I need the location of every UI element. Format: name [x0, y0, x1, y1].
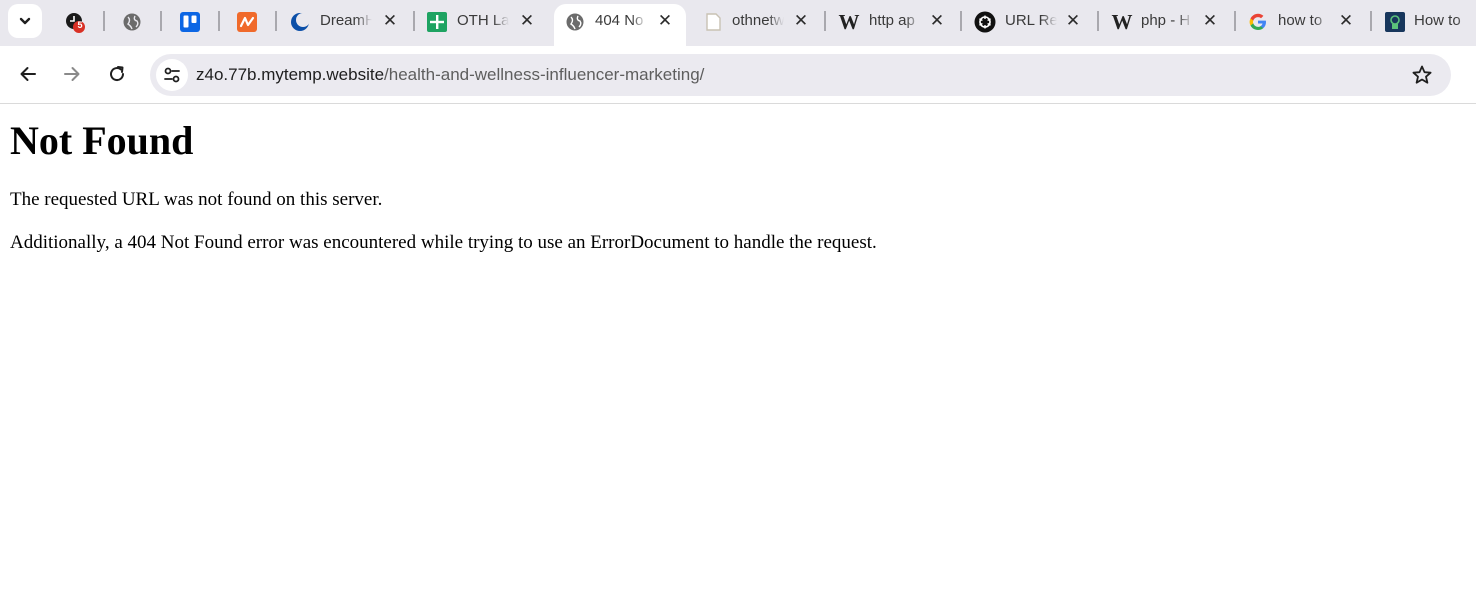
- globe-icon: [564, 11, 586, 33]
- tab-wikipedia-php[interactable]: W php - H ✕: [1111, 4, 1229, 40]
- arrow-left-icon: [20, 67, 36, 81]
- tab-close-button[interactable]: ✕: [655, 11, 675, 31]
- tab-close-button[interactable]: ✕: [380, 11, 400, 31]
- tune-icon: [164, 67, 180, 83]
- wikipedia-icon: W: [838, 9, 860, 34]
- tab-separator: [1234, 11, 1236, 31]
- tab-close-button[interactable]: ✕: [517, 11, 537, 31]
- page-icon: [702, 11, 724, 33]
- tab-strip: 5 DreamH ✕ OTH La ✕ 404 No ✕ othnetw ✕ W…: [0, 0, 1476, 46]
- tab-close-button[interactable]: ✕: [1336, 11, 1356, 31]
- bookmark-button[interactable]: [1411, 64, 1433, 86]
- tab-close-button[interactable]: ✕: [1063, 11, 1083, 31]
- tab-how-to[interactable]: How to: [1384, 4, 1476, 40]
- error-detail: Additionally, a 404 Not Found error was …: [10, 232, 877, 253]
- tab-google-search[interactable]: how to ✕: [1247, 4, 1365, 40]
- tab-pinned-orange[interactable]: [236, 4, 260, 40]
- page-content: Not Found The requested URL was not foun…: [0, 105, 1476, 605]
- reload-button[interactable]: [102, 59, 132, 89]
- back-button[interactable]: [13, 59, 43, 89]
- reload-icon: [110, 66, 125, 82]
- tab-title: othnetw: [732, 12, 784, 29]
- google-icon: [1247, 11, 1269, 33]
- url-host: z4o.77b.mytemp.website: [196, 65, 385, 84]
- chevron-down-icon: [19, 17, 31, 25]
- orange-wave-icon: [236, 11, 258, 33]
- site-info-button[interactable]: [156, 59, 188, 91]
- tab-close-button[interactable]: ✕: [1200, 11, 1220, 31]
- tab-search-button[interactable]: [8, 4, 42, 38]
- tab-title: DreamH: [320, 12, 372, 29]
- openai-icon: [974, 11, 996, 33]
- globe-icon: [121, 11, 143, 33]
- tab-separator: [1370, 11, 1372, 31]
- tab-separator: [1097, 11, 1099, 31]
- star-icon: [1412, 65, 1432, 84]
- tab-close-button[interactable]: ✕: [927, 11, 947, 31]
- tab-title: http ap: [869, 12, 915, 29]
- tab-title: OTH La: [457, 12, 509, 29]
- address-bar[interactable]: z4o.77b.mytemp.website/health-and-wellne…: [150, 54, 1451, 96]
- tab-pinned-clock[interactable]: 5: [64, 4, 94, 40]
- trello-icon: [179, 11, 201, 33]
- url-path: /health-and-wellness-influencer-marketin…: [384, 65, 705, 84]
- tab-separator: [103, 11, 105, 31]
- tab-title: 404 No: [595, 12, 644, 29]
- dreamhost-icon: [289, 11, 311, 33]
- error-message: The requested URL was not found on this …: [10, 189, 383, 210]
- arrow-right-icon: [64, 67, 80, 81]
- tab-chatgpt[interactable]: URL Re ✕: [974, 4, 1092, 40]
- tab-close-button[interactable]: ✕: [791, 11, 811, 31]
- page-title: Not Found: [10, 118, 194, 163]
- tab-title: How to: [1414, 12, 1461, 29]
- tab-title: php - H: [1141, 12, 1191, 29]
- tab-badge-count: 5: [77, 20, 83, 30]
- tab-separator: [218, 11, 220, 31]
- tab-title: how to: [1278, 12, 1323, 29]
- tab-wikipedia-http[interactable]: W http ap ✕: [838, 4, 956, 40]
- tab-separator: [824, 11, 826, 31]
- wikipedia-icon: W: [1111, 9, 1133, 34]
- tab-dreamhost[interactable]: DreamH ✕: [289, 4, 409, 40]
- tab-separator: [275, 11, 277, 31]
- tab-sheets[interactable]: OTH La ✕: [426, 4, 546, 40]
- url-text[interactable]: z4o.77b.mytemp.website/health-and-wellne…: [196, 65, 704, 85]
- tab-separator: [160, 11, 162, 31]
- tab-pinned-globe[interactable]: [121, 4, 145, 40]
- tab-separator: [413, 11, 415, 31]
- browser-toolbar: z4o.77b.mytemp.website/health-and-wellne…: [0, 46, 1476, 104]
- forward-button[interactable]: [57, 59, 87, 89]
- tab-othnetw[interactable]: othnetw ✕: [702, 4, 822, 40]
- dark-app-icon: [1384, 11, 1406, 33]
- tab-title: URL Re: [1005, 12, 1057, 29]
- tab-pinned-trello[interactable]: [179, 4, 203, 40]
- sheets-plus-icon: [426, 11, 448, 33]
- tab-active-404[interactable]: 404 No ✕: [554, 4, 686, 46]
- tab-separator: [960, 11, 962, 31]
